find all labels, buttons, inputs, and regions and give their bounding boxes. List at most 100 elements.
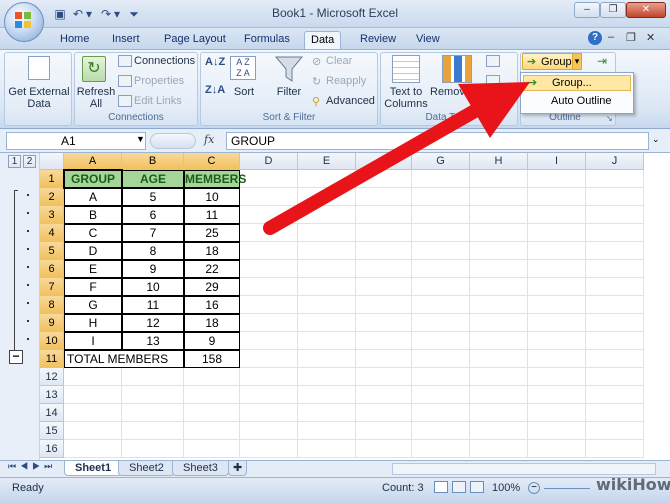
table-cell[interactable] <box>240 404 298 422</box>
sort-az-icon[interactable]: A↓Z <box>205 56 225 68</box>
table-cell[interactable] <box>356 170 412 188</box>
column-header-f[interactable]: F <box>356 153 412 170</box>
table-data-cell[interactable]: 10 <box>122 278 184 296</box>
table-cell[interactable] <box>356 350 412 368</box>
row-header-16[interactable]: 16 <box>40 440 64 458</box>
table-cell[interactable] <box>586 260 644 278</box>
table-data-cell[interactable]: 18 <box>184 242 240 260</box>
outline-dialog-launcher-icon[interactable]: ↘ <box>606 114 613 123</box>
insert-sheet-icon[interactable]: ✚ <box>228 461 248 476</box>
formula-expand-icon[interactable]: ⌄ <box>652 134 660 145</box>
table-cell[interactable] <box>298 314 356 332</box>
table-cell[interactable] <box>298 242 356 260</box>
table-cell[interactable] <box>586 206 644 224</box>
table-cell[interactable] <box>470 188 528 206</box>
table-cell[interactable] <box>240 332 298 350</box>
table-cell[interactable] <box>528 386 586 404</box>
table-cell[interactable] <box>470 206 528 224</box>
table-data-cell[interactable]: 8 <box>122 242 184 260</box>
table-cell[interactable] <box>528 314 586 332</box>
row-header-3[interactable]: 3 <box>40 206 64 224</box>
table-data-cell[interactable]: 18 <box>184 314 240 332</box>
row-header-5[interactable]: 5 <box>40 242 64 260</box>
tab-page-layout[interactable]: Page Layout <box>158 31 232 49</box>
table-cell[interactable] <box>412 368 470 386</box>
table-cell[interactable] <box>528 350 586 368</box>
table-cell[interactable] <box>412 188 470 206</box>
data-validation-icon[interactable] <box>486 55 500 67</box>
table-cell[interactable] <box>184 368 240 386</box>
row-header-7[interactable]: 7 <box>40 278 64 296</box>
table-data-cell[interactable]: G <box>64 296 122 314</box>
total-label-cell[interactable]: TOTAL MEMBERS <box>64 350 184 368</box>
table-cell[interactable] <box>298 296 356 314</box>
table-header-cell[interactable]: AGE <box>122 170 184 188</box>
table-data-cell[interactable]: 9 <box>184 332 240 350</box>
table-cell[interactable] <box>240 386 298 404</box>
table-cell[interactable] <box>412 278 470 296</box>
column-header-a[interactable]: A <box>64 153 122 170</box>
table-cell[interactable] <box>240 278 298 296</box>
table-data-cell[interactable]: 11 <box>122 296 184 314</box>
row-header-10[interactable]: 10 <box>40 332 64 350</box>
table-cell[interactable] <box>64 404 122 422</box>
table-cell[interactable] <box>470 386 528 404</box>
name-box-dropdown-icon[interactable]: ▼ <box>136 134 145 144</box>
table-cell[interactable] <box>470 350 528 368</box>
table-cell[interactable] <box>240 206 298 224</box>
table-cell[interactable] <box>240 296 298 314</box>
properties-button[interactable]: Properties <box>134 75 184 87</box>
formula-input[interactable]: GROUP <box>226 132 649 150</box>
table-data-cell[interactable]: 6 <box>122 206 184 224</box>
table-cell[interactable] <box>586 422 644 440</box>
table-cell[interactable] <box>240 242 298 260</box>
zoom-out-icon[interactable]: − <box>528 482 540 494</box>
tab-formulas[interactable]: Formulas <box>238 31 296 49</box>
table-cell[interactable] <box>298 368 356 386</box>
column-header-i[interactable]: I <box>528 153 586 170</box>
group-dropdown-icon[interactable]: ▾ <box>572 53 582 70</box>
table-cell[interactable] <box>298 260 356 278</box>
column-header-c[interactable]: C <box>184 153 240 170</box>
table-data-cell[interactable]: 7 <box>122 224 184 242</box>
table-cell[interactable] <box>184 404 240 422</box>
refresh-all-button[interactable]: Refresh All <box>76 86 116 110</box>
table-cell[interactable] <box>528 170 586 188</box>
sheet-nav-icon[interactable]: ⏮◀▶⏭ <box>8 461 56 472</box>
tab-home[interactable]: Home <box>54 31 95 49</box>
outline-level-2-button[interactable]: 2 <box>23 155 36 168</box>
table-cell[interactable] <box>528 332 586 350</box>
consolidate-icon[interactable] <box>486 75 500 87</box>
table-cell[interactable] <box>470 242 528 260</box>
sheet-tab-1[interactable]: Sheet1 <box>64 461 123 476</box>
table-cell[interactable] <box>356 278 412 296</box>
table-cell[interactable] <box>356 422 412 440</box>
edit-links-button[interactable]: Edit Links <box>134 95 182 107</box>
table-cell[interactable] <box>412 332 470 350</box>
table-cell[interactable] <box>528 422 586 440</box>
get-external-data-button[interactable]: Get External Data <box>6 86 72 110</box>
table-data-cell[interactable]: D <box>64 242 122 260</box>
table-cell[interactable] <box>412 260 470 278</box>
insert-function-icon[interactable]: fx <box>204 133 214 146</box>
table-data-cell[interactable]: 10 <box>184 188 240 206</box>
table-header-cell[interactable]: MEMBERS <box>184 170 246 188</box>
table-cell[interactable] <box>356 386 412 404</box>
table-cell[interactable] <box>470 314 528 332</box>
table-data-cell[interactable]: 29 <box>184 278 240 296</box>
table-cell[interactable] <box>412 296 470 314</box>
sheet-tab-2[interactable]: Sheet2 <box>118 461 175 476</box>
row-header-14[interactable]: 14 <box>40 404 64 422</box>
tab-data[interactable]: Data <box>304 31 342 49</box>
table-cell[interactable] <box>122 404 184 422</box>
table-cell[interactable] <box>586 368 644 386</box>
table-cell[interactable] <box>412 170 470 188</box>
workbook-restore-icon[interactable]: ❐ <box>626 31 636 44</box>
menu-item-auto-outline[interactable]: Auto Outline <box>523 94 631 110</box>
table-cell[interactable] <box>412 386 470 404</box>
table-cell[interactable] <box>298 188 356 206</box>
connections-button[interactable]: Connections <box>134 55 195 67</box>
table-cell[interactable] <box>240 188 298 206</box>
table-cell[interactable] <box>528 278 586 296</box>
tab-insert[interactable]: Insert <box>106 31 146 49</box>
